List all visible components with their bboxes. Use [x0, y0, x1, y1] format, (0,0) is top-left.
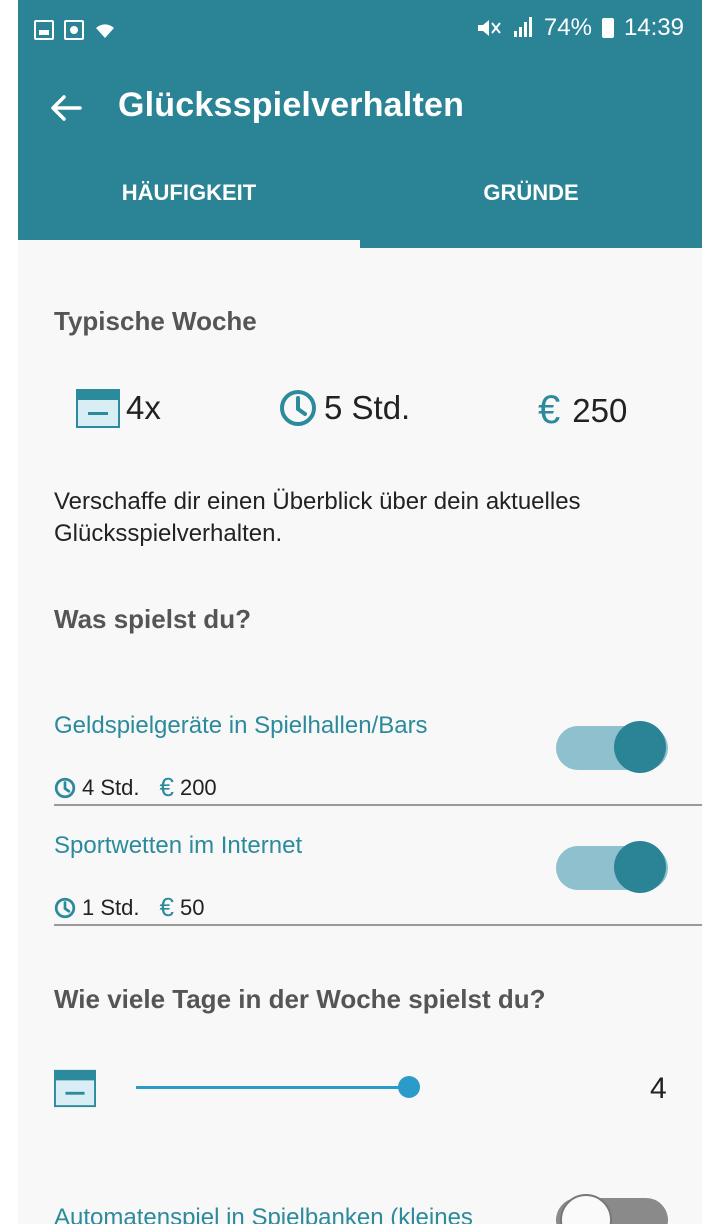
- game-meta: 1 Std. € 50: [54, 892, 204, 923]
- game-toggle[interactable]: [554, 712, 670, 773]
- signal-icon: [512, 17, 534, 39]
- euro-icon: €: [538, 388, 561, 432]
- euro-icon: €: [159, 892, 174, 922]
- days-section-title: Wie viele Tage in der Woche spielst du?: [54, 984, 546, 1014]
- summary-duration: 5 Std.: [278, 388, 410, 428]
- game-title[interactable]: Automatenspiel in Spielbanken (kleines: [54, 1204, 473, 1224]
- page-title: Glücksspielverhalten: [118, 86, 465, 124]
- typical-week-title: Typische Woche: [54, 306, 257, 336]
- clock-icon: [54, 897, 76, 918]
- active-tab-indicator: [18, 240, 360, 248]
- game-toggle[interactable]: [554, 832, 670, 893]
- clock-time: 14:39: [623, 14, 684, 41]
- calendar-icon: [54, 1069, 96, 1108]
- duration-value: 5 Std.: [324, 389, 411, 426]
- game-title[interactable]: Sportwetten im Internet: [54, 832, 302, 860]
- back-arrow-icon[interactable]: [48, 90, 84, 126]
- summary-amount: € 250: [538, 388, 627, 433]
- app-screen: 74% 14:39 Glücksspielverhalten HÄUFIGKEI…: [18, 0, 702, 1224]
- game-title[interactable]: Geldspielgeräte in Spielhallen/Bars: [54, 712, 428, 740]
- app-bar: Glücksspielverhalten HÄUFIGKEIT GRÜNDE: [18, 64, 702, 248]
- game-meta: 4 Std. € 200: [54, 772, 217, 803]
- list-divider: [54, 924, 702, 926]
- amount-value: 250: [572, 391, 628, 429]
- frequency-value: 4x: [126, 389, 161, 426]
- game-toggle-off[interactable]: [556, 1194, 668, 1224]
- games-section-title: Was spielst du?: [54, 604, 251, 634]
- game-hours: 1 Std.: [82, 894, 140, 920]
- record-icon: [64, 20, 84, 40]
- days-slider-thumb[interactable]: [398, 1076, 420, 1098]
- game-hours: 4 Std.: [82, 774, 140, 800]
- clock-icon: [280, 390, 316, 426]
- calendar-icon: [76, 389, 120, 428]
- list-divider: [54, 804, 702, 806]
- description-text: Verschaffe dir einen Überblick über dein…: [54, 488, 581, 547]
- battery-percent: 74%: [543, 14, 592, 41]
- status-bar: 74% 14:39: [18, 0, 702, 64]
- battery-icon: [601, 18, 614, 38]
- days-slider-track[interactable]: [136, 1086, 408, 1089]
- summary-frequency: 4x: [76, 388, 161, 428]
- days-slider-value: 4: [650, 1072, 667, 1105]
- gallery-icon: [34, 20, 54, 40]
- mute-icon: [477, 20, 501, 36]
- tab-gruende[interactable]: GRÜNDE: [360, 180, 702, 248]
- tab-haeufigkeit[interactable]: HÄUFIGKEIT: [18, 180, 360, 248]
- euro-icon: €: [159, 772, 174, 802]
- wifi-icon: [94, 20, 114, 40]
- game-amount: 200: [179, 774, 217, 800]
- clock-icon: [54, 777, 76, 798]
- game-amount: 50: [179, 894, 205, 920]
